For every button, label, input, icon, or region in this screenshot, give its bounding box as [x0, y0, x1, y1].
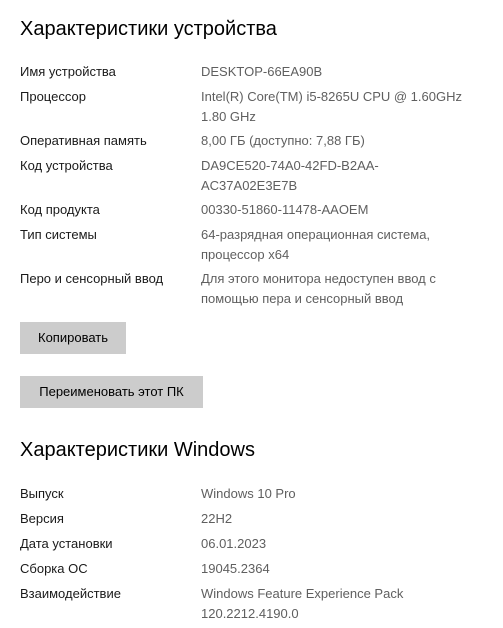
spec-value: Windows Feature Experience Pack 120.2212…	[201, 586, 404, 621]
rename-pc-button[interactable]: Переименовать этот ПК	[20, 376, 203, 408]
spec-label: Взаимодействие	[20, 586, 121, 601]
spec-label: Имя устройства	[20, 64, 116, 79]
spec-value: 22H2	[201, 511, 233, 526]
copy-button[interactable]: Копировать	[20, 322, 126, 354]
device-specs-title: Характеристики устройства	[20, 18, 277, 40]
spec-value: 00330-51860-11478-AAOEM	[201, 202, 369, 217]
spec-value: 19045.2364	[201, 561, 270, 576]
spec-value: 06.01.2023	[201, 536, 267, 551]
spec-label: Код устройства	[20, 158, 113, 173]
spec-label: Дата установки	[20, 536, 113, 551]
spec-label: Выпуск	[20, 486, 64, 501]
spec-value: DA9CE520-74A0-42FD-B2AA- AC37A02E3E7B	[201, 158, 379, 193]
spec-label: Версия	[20, 511, 64, 526]
spec-label: Процессор	[20, 89, 86, 104]
spec-value: Windows 10 Pro	[201, 486, 296, 501]
windows-specs-title: Характеристики Windows	[20, 439, 255, 461]
spec-label: Тип системы	[20, 227, 97, 242]
spec-label: Код продукта	[20, 202, 100, 217]
spec-label: Перо и сенсорный ввод	[20, 271, 164, 286]
spec-value: 8,00 ГБ (доступно: 7,88 ГБ)	[201, 133, 365, 148]
spec-value: Для этого монитора недоступен ввод с пом…	[201, 271, 436, 306]
spec-label: Оперативная память	[20, 133, 147, 148]
spec-value: 64-разрядная операционная система, проце…	[201, 227, 431, 262]
spec-label: Сборка ОС	[20, 561, 88, 576]
spec-value: DESKTOP-66EA90B	[201, 64, 323, 79]
spec-value: Intel(R) Core(TM) i5-8265U CPU @ 1.60GHz…	[201, 89, 462, 124]
